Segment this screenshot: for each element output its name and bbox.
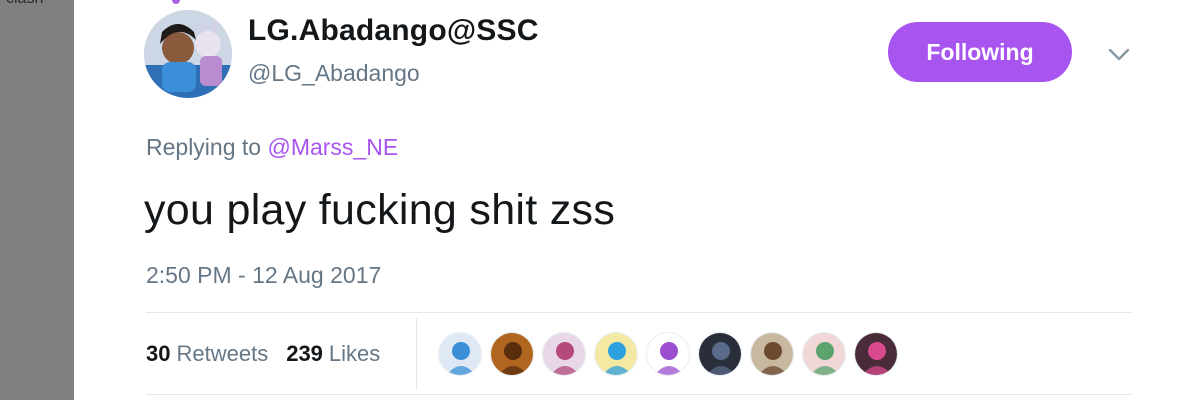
- display-name[interactable]: LG.Abadango@SSC: [248, 14, 539, 48]
- stats-divider-bottom: [146, 394, 1132, 395]
- likes-count: 239: [286, 341, 323, 366]
- replying-to-mention-link[interactable]: @Marss_NE: [267, 134, 398, 160]
- avatar-image: [144, 10, 232, 98]
- liker-avatar-5[interactable]: [646, 332, 690, 376]
- tweet-timestamp[interactable]: 2:50 PM - 12 Aug 2017: [146, 262, 381, 289]
- retweets-count: 30: [146, 341, 171, 366]
- liker-avatar-2[interactable]: [490, 332, 534, 376]
- page: clash LG.Abadango@SSC @LG_Abadango Follo…: [0, 0, 1200, 400]
- sidebar-partial-text: clash: [6, 0, 43, 8]
- liker-avatar-3[interactable]: [542, 332, 586, 376]
- tweet-card: LG.Abadango@SSC @LG_Abadango Following R…: [74, 0, 1200, 400]
- liker-avatar-7[interactable]: [750, 332, 794, 376]
- chevron-down-icon[interactable]: [1104, 40, 1134, 70]
- replying-to: Replying to @Marss_NE: [146, 134, 398, 161]
- replying-to-prefix: Replying to: [146, 134, 262, 160]
- likes-stat[interactable]: 239 Likes: [286, 341, 380, 367]
- username[interactable]: @LG_Abadango: [248, 60, 420, 87]
- retweets-label: Retweets: [176, 341, 269, 366]
- tweet-stats: 30 Retweets 239 Likes: [146, 341, 380, 367]
- liker-avatars: [438, 332, 898, 376]
- following-button[interactable]: Following: [888, 22, 1072, 82]
- stats-divider-top: [146, 312, 1132, 313]
- avatar[interactable]: [144, 10, 232, 98]
- liker-avatar-9[interactable]: [854, 332, 898, 376]
- likes-label: Likes: [328, 341, 381, 366]
- liker-avatar-8[interactable]: [802, 332, 846, 376]
- liker-avatar-4[interactable]: [594, 332, 638, 376]
- retweets-stat[interactable]: 30 Retweets: [146, 341, 268, 367]
- liker-avatar-6[interactable]: [698, 332, 742, 376]
- thread-connector-dot: [172, 0, 180, 4]
- tweet-text: you play fucking shit zss: [144, 186, 616, 234]
- left-sidebar-strip: clash: [0, 0, 74, 400]
- liker-avatar-1[interactable]: [438, 332, 482, 376]
- stats-divider-vertical: [416, 318, 417, 390]
